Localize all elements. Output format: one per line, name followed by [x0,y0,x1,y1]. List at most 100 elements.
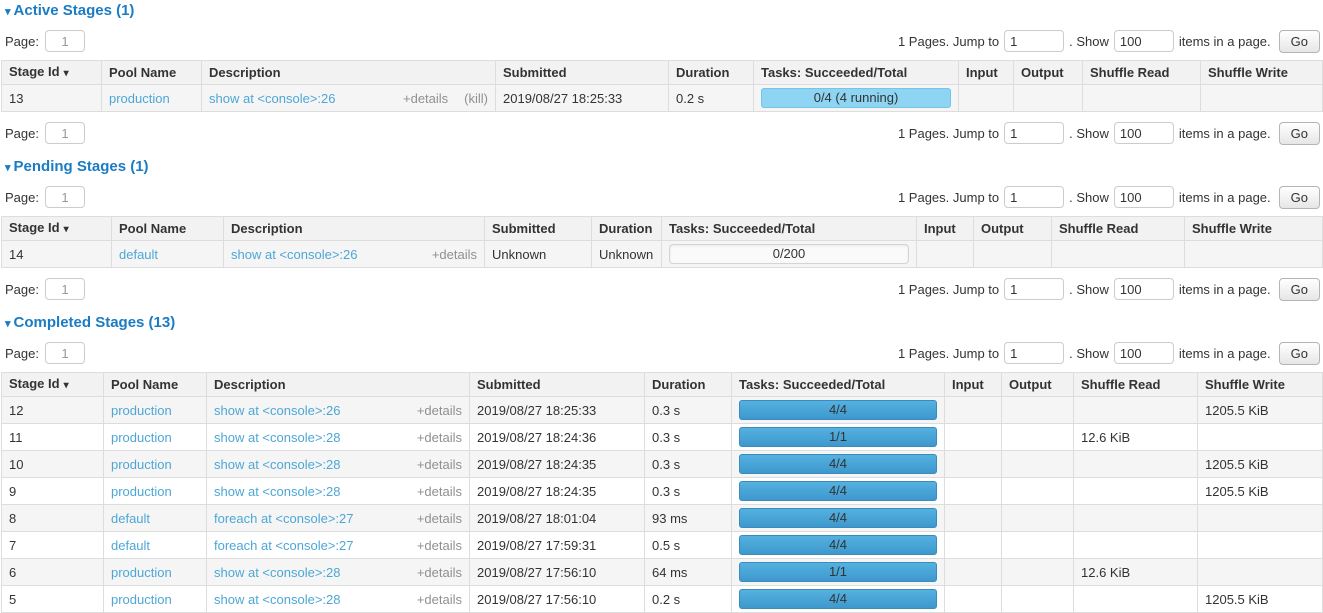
column-header-output[interactable]: Output [1014,61,1083,85]
column-header-pool-name[interactable]: Pool Name [112,217,224,241]
cell-submitted: 2019/08/27 17:56:10 [470,586,645,613]
page-label: Page: [5,190,39,205]
pool-name-link[interactable]: production [109,91,170,106]
pending-stages-heading[interactable]: ▾Pending Stages (1) [5,159,1323,176]
pool-name-link[interactable]: production [111,403,172,418]
column-header-shuffle-write[interactable]: Shuffle Write [1198,373,1323,397]
column-header-submitted[interactable]: Submitted [470,373,645,397]
description-link[interactable]: show at <console>:26 [214,403,340,418]
details-toggle[interactable]: +details [417,592,462,607]
pool-name-link[interactable]: default [111,538,150,553]
description-actions: +details [417,484,462,499]
cell-submitted: 2019/08/27 18:25:33 [470,397,645,424]
column-header-shuffle-write[interactable]: Shuffle Write [1201,61,1323,85]
show-items-input[interactable] [1114,342,1174,364]
show-items-input[interactable] [1114,186,1174,208]
column-header-duration[interactable]: Duration [669,61,754,85]
details-toggle[interactable]: +details [417,457,462,472]
jump-to-page-input[interactable] [1004,342,1064,364]
details-toggle[interactable]: +details [417,430,462,445]
column-header-submitted[interactable]: Submitted [496,61,669,85]
column-header-shuffle-read[interactable]: Shuffle Read [1083,61,1201,85]
column-header-stage-id[interactable]: Stage Id▾ [2,373,104,397]
go-button[interactable]: Go [1279,122,1320,145]
description-link[interactable]: show at <console>:28 [214,430,340,445]
show-items-input[interactable] [1114,278,1174,300]
pool-name-link[interactable]: production [111,565,172,580]
column-header-tasks[interactable]: Tasks: Succeeded/Total [662,217,917,241]
go-button[interactable]: Go [1279,30,1320,53]
column-header-stage-id[interactable]: Stage Id▾ [2,61,102,85]
column-header-output[interactable]: Output [1002,373,1074,397]
details-toggle[interactable]: +details [403,91,448,106]
column-header-duration[interactable]: Duration [645,373,732,397]
page-label: Page: [5,282,39,297]
column-header-tasks[interactable]: Tasks: Succeeded/Total [732,373,945,397]
column-header-stage-id[interactable]: Stage Id▾ [2,217,112,241]
column-header-duration[interactable]: Duration [592,217,662,241]
column-header-description[interactable]: Description [207,373,470,397]
pool-name-link[interactable]: production [111,430,172,445]
column-header-shuffle-write[interactable]: Shuffle Write [1185,217,1323,241]
description-link[interactable]: foreach at <console>:27 [214,538,354,553]
pagination-left: Page: [3,122,85,144]
pool-name-link[interactable]: production [111,484,172,499]
pool-name-link[interactable]: default [111,511,150,526]
column-header-description[interactable]: Description [224,217,485,241]
cell-input [945,451,1002,478]
show-items-input[interactable] [1114,30,1174,52]
details-toggle[interactable]: +details [417,511,462,526]
description-link[interactable]: foreach at <console>:27 [214,511,354,526]
description-link[interactable]: show at <console>:28 [214,484,340,499]
go-button[interactable]: Go [1279,342,1320,365]
go-button[interactable]: Go [1279,186,1320,209]
column-header-label: Submitted [503,65,567,80]
description-link[interactable]: show at <console>:28 [214,457,340,472]
completed-stages-heading[interactable]: ▾Completed Stages (13) [5,315,1323,332]
jump-to-page-input[interactable] [1004,30,1064,52]
details-toggle[interactable]: +details [417,538,462,553]
column-header-submitted[interactable]: Submitted [485,217,592,241]
cell-pool-name: production [104,586,207,613]
description-link[interactable]: show at <console>:28 [214,592,340,607]
task-progress-label: 4/4 [740,590,936,608]
pool-name-link[interactable]: production [111,592,172,607]
column-header-shuffle-read[interactable]: Shuffle Read [1074,373,1198,397]
jump-to-page-input[interactable] [1004,122,1064,144]
cell-shuffle-read [1083,85,1201,112]
column-header-shuffle-read[interactable]: Shuffle Read [1052,217,1185,241]
description-content: show at <console>:26 +details [231,247,477,262]
pool-name-link[interactable]: default [119,247,158,262]
kill-link[interactable]: (kill) [464,91,488,106]
sort-descending-icon: ▾ [64,224,69,235]
cell-stage-id: 6 [2,559,104,586]
description-link[interactable]: show at <console>:26 [231,247,357,262]
page-number-input[interactable] [45,122,85,144]
page-number-input[interactable] [45,342,85,364]
cell-duration: 0.3 s [645,397,732,424]
jump-to-page-input[interactable] [1004,278,1064,300]
pool-name-link[interactable]: production [111,457,172,472]
column-header-description[interactable]: Description [202,61,496,85]
description-link[interactable]: show at <console>:28 [214,565,340,580]
column-header-input[interactable]: Input [945,373,1002,397]
column-header-tasks[interactable]: Tasks: Succeeded/Total [754,61,959,85]
column-header-input[interactable]: Input [959,61,1014,85]
pagination-right: 1 Pages. Jump to . Show items in a page.… [898,342,1320,365]
go-button[interactable]: Go [1279,278,1320,301]
description-link[interactable]: show at <console>:26 [209,91,335,106]
active-stages-heading[interactable]: ▾Active Stages (1) [5,3,1323,20]
column-header-input[interactable]: Input [917,217,974,241]
page-number-input[interactable] [45,278,85,300]
show-items-input[interactable] [1114,122,1174,144]
column-header-pool-name[interactable]: Pool Name [102,61,202,85]
details-toggle[interactable]: +details [417,403,462,418]
details-toggle[interactable]: +details [417,565,462,580]
column-header-pool-name[interactable]: Pool Name [104,373,207,397]
column-header-output[interactable]: Output [974,217,1052,241]
page-number-input[interactable] [45,30,85,52]
jump-to-page-input[interactable] [1004,186,1064,208]
details-toggle[interactable]: +details [432,247,477,262]
page-number-input[interactable] [45,186,85,208]
details-toggle[interactable]: +details [417,484,462,499]
